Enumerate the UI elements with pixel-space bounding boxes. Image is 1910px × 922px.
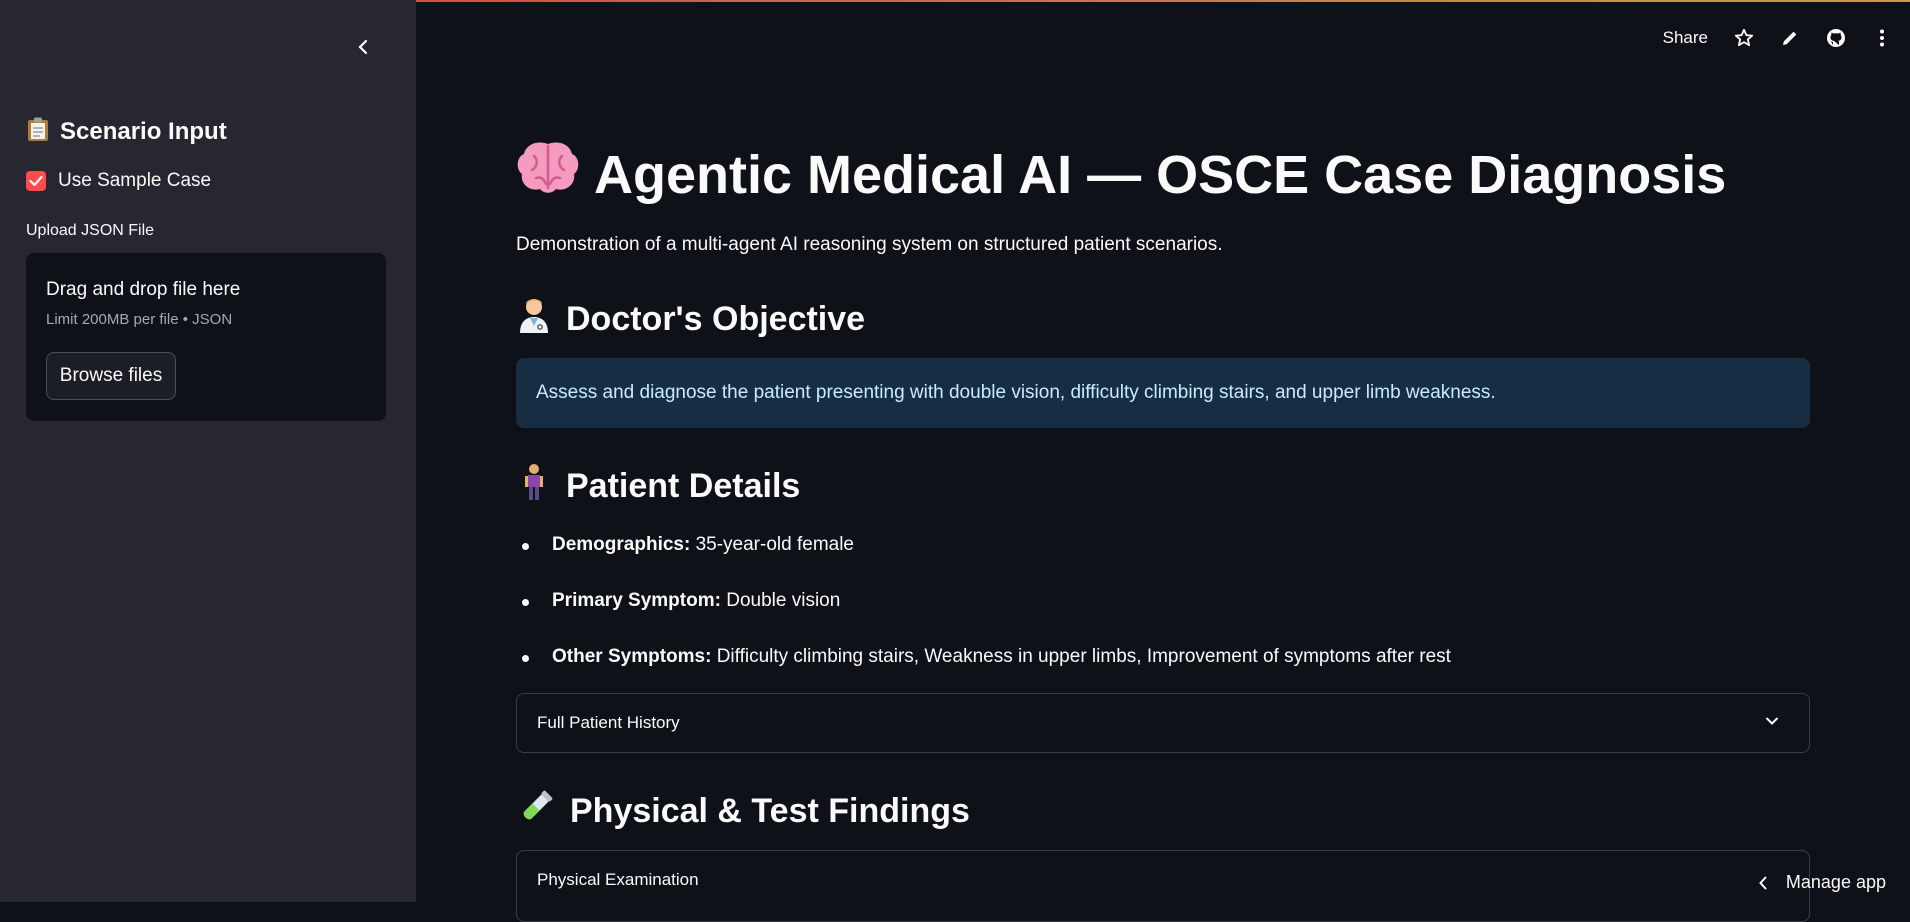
item-value: Double vision	[720, 590, 841, 611]
full-patient-history-expander[interactable]: Full Patient History	[516, 693, 1810, 753]
manage-app-label: Manage app	[1785, 872, 1886, 892]
physical-test-findings-heading: Physical & Test Findings	[516, 788, 970, 835]
item-label: Primary Symptom:	[552, 590, 721, 611]
chevron-down-icon	[1766, 717, 1778, 725]
item-label: Demographics:	[552, 534, 691, 555]
file-dropzone[interactable]: Drag and drop file here Limit 200MB per …	[26, 253, 386, 421]
dropzone-subtitle: Limit 200MB per file • JSON	[46, 311, 233, 328]
person-icon	[516, 463, 552, 510]
page-subtitle: Demonstration of a multi-agent AI reason…	[516, 234, 1223, 255]
top-toolbar: Share	[1663, 28, 1892, 48]
physical-test-findings-heading-text: Physical & Test Findings	[570, 792, 970, 830]
sidebar: Scenario Input Use Sample Case Upload JS…	[0, 0, 416, 902]
bullet-dot	[522, 655, 529, 662]
checkbox-label: Use Sample Case	[58, 170, 212, 191]
star-icon[interactable]	[1734, 28, 1754, 48]
item-value: 35-year-old female	[690, 534, 855, 555]
expander-label: Physical Examination	[537, 870, 699, 889]
brain-icon	[516, 140, 580, 209]
share-button[interactable]: Share	[1663, 28, 1708, 48]
checkmark-icon	[29, 175, 43, 187]
patient-details-heading: Patient Details	[516, 463, 800, 510]
objective-info-box: Assess and diagnose the patient presenti…	[516, 358, 1810, 428]
upload-label: Upload JSON File	[26, 222, 155, 239]
collapse-sidebar-button[interactable]	[350, 34, 376, 60]
pencil-icon[interactable]	[1780, 28, 1800, 48]
use-sample-case-checkbox[interactable]	[26, 171, 46, 191]
more-vertical-icon[interactable]	[1872, 28, 1892, 48]
patient-details-heading-text: Patient Details	[566, 467, 801, 505]
use-sample-case-checkbox-row[interactable]: Use Sample Case	[26, 170, 211, 192]
page-title: Agentic Medical AI — OSCE Case Diagnosis	[516, 140, 1726, 209]
dropzone-title: Drag and drop file here	[46, 279, 241, 300]
objective-text: Assess and diagnose the patient presenti…	[536, 382, 1496, 403]
bullet-dot	[522, 543, 529, 550]
chevron-left-icon	[1759, 876, 1767, 889]
chevron-left-icon	[358, 39, 368, 55]
doctors-objective-heading-text: Doctor's Objective	[566, 300, 866, 338]
test-tube-icon	[516, 788, 556, 835]
browse-files-button[interactable]: Browse files	[46, 352, 176, 400]
bullet-dot	[522, 599, 529, 606]
manage-app-button[interactable]: Manage app	[1758, 872, 1886, 893]
github-icon[interactable]	[1826, 28, 1846, 48]
expander-label: Full Patient History	[537, 713, 680, 732]
sidebar-title: Scenario Input	[26, 116, 227, 148]
physical-examination-expander[interactable]: Physical Examination	[516, 850, 1810, 922]
doctor-icon	[516, 296, 552, 343]
doctors-objective-heading: Doctor's Objective	[516, 296, 865, 343]
item-label: Other Symptoms:	[552, 646, 712, 667]
item-value: Difficulty climbing stairs, Weakness in …	[711, 646, 1451, 667]
page-title-text: Agentic Medical AI — OSCE Case Diagnosis	[594, 144, 1727, 205]
clipboard-icon	[26, 116, 50, 148]
sidebar-title-text: Scenario Input	[60, 118, 227, 145]
